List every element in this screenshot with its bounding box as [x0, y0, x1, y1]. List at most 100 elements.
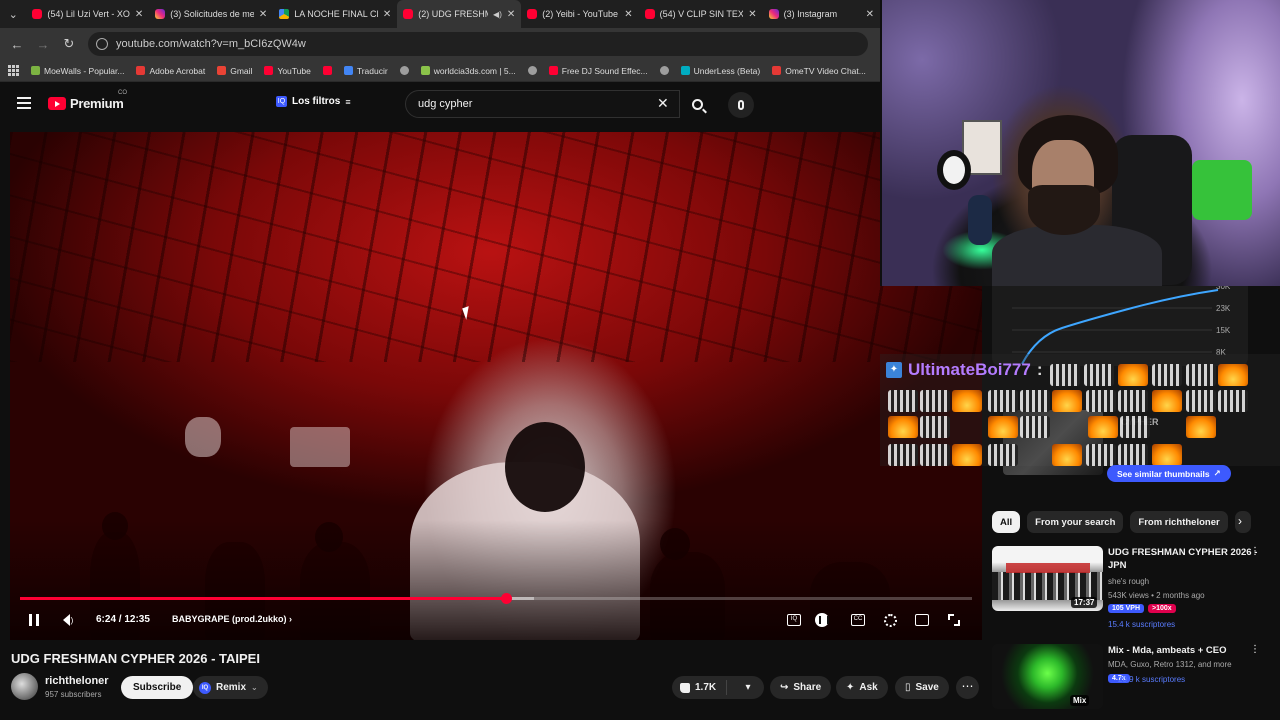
- bookmark-item[interactable]: OmeTV Video Chat...: [772, 66, 866, 76]
- bookmark-item[interactable]: YouTube: [264, 66, 311, 76]
- bookmark-label: Free DJ Sound Effec...: [561, 65, 648, 76]
- miniplayer-button[interactable]: [912, 610, 932, 630]
- bookmark-icon: ▯: [905, 682, 911, 693]
- browser-tab[interactable]: LA NOCHE FINAL CR ✕: [273, 0, 397, 28]
- captions-button[interactable]: CC: [848, 610, 868, 630]
- fullscreen-button[interactable]: [944, 610, 964, 630]
- url-text: youtube.com/watch?v=m_bCI6zQW4w: [116, 38, 306, 50]
- menu-icon[interactable]: [17, 97, 31, 112]
- back-arrow-icon[interactable]: ←: [6, 33, 28, 55]
- video-frame-ceiling: [10, 132, 982, 362]
- bookmark-item[interactable]: [659, 66, 669, 75]
- close-icon[interactable]: ✕: [866, 9, 874, 20]
- settings-button[interactable]: [880, 610, 900, 630]
- close-icon[interactable]: ✕: [259, 9, 267, 20]
- more-actions-button[interactable]: ⋯: [956, 676, 979, 699]
- recommendation-channel[interactable]: MDA, Guxo, Retro 1312, and more: [1108, 660, 1232, 670]
- browser-tab[interactable]: (54) V CLIP SIN TEXT ✕: [639, 0, 763, 28]
- clear-search-icon[interactable]: ✕: [657, 95, 669, 112]
- channel-name[interactable]: richtheloner: [45, 675, 109, 687]
- thumbnail-title-banner: [1006, 563, 1090, 573]
- share-button[interactable]: ↪ Share: [770, 676, 832, 699]
- dislike-button[interactable]: ▾: [732, 682, 764, 693]
- address-bar[interactable]: youtube.com/watch?v=m_bCI6zQW4w: [88, 32, 868, 56]
- close-icon[interactable]: ✕: [624, 9, 632, 20]
- browser-tab[interactable]: (2) Yeibi - YouTube ✕: [521, 0, 638, 28]
- progress-bar[interactable]: [20, 593, 972, 604]
- see-similar-thumbnails-button[interactable]: See similar thumbnails ↗: [1107, 465, 1231, 482]
- subscribe-button[interactable]: Subscribe: [121, 676, 194, 699]
- tab-search-chevron-icon[interactable]: ⌄: [0, 0, 26, 28]
- emote-icon: [888, 390, 918, 412]
- autoplay-icon: [815, 613, 829, 627]
- bookmark-item[interactable]: [399, 66, 409, 75]
- fire-emote-icon: [1152, 444, 1182, 466]
- channel-avatar[interactable]: [11, 673, 38, 700]
- filter-extension-icon: IQ: [276, 96, 287, 107]
- forward-arrow-icon[interactable]: →: [32, 33, 54, 55]
- recommendation-item[interactable]: Mix Mix - Mda, ambeats + CEO MDA, Guxo, …: [992, 644, 1272, 720]
- autoplay-toggle[interactable]: [812, 610, 832, 630]
- emote-icon: [1120, 416, 1150, 438]
- browser-tab[interactable]: (3) Solicitudes de me ✕: [149, 0, 273, 28]
- graph-line: [1021, 289, 1219, 365]
- chevron-right-icon[interactable]: ›: [1238, 514, 1242, 528]
- reload-icon[interactable]: ↻: [58, 33, 80, 55]
- more-vertical-icon[interactable]: ⋮: [1250, 644, 1260, 655]
- bookmark-item[interactable]: worldcia3ds.com | 5...: [420, 66, 516, 76]
- bookmark-label: MoeWalls - Popular...: [44, 65, 125, 76]
- ask-button[interactable]: ✦ Ask: [836, 676, 888, 699]
- save-button[interactable]: ▯ Save: [895, 676, 949, 699]
- recommendation-item[interactable]: 17:37 UDG FRESHMAN CYPHER 2026 - JPN she…: [992, 546, 1272, 638]
- instagram-icon: [768, 9, 779, 19]
- bookmark-item[interactable]: [527, 66, 537, 75]
- bookmark-favicon-icon: [31, 66, 40, 75]
- youtube-icon: [644, 9, 655, 19]
- chapter-button[interactable]: BABYGRAPE (prod.2ukko) ›: [172, 614, 292, 624]
- search-button[interactable]: [680, 90, 714, 118]
- emote-icon: [888, 444, 918, 466]
- emote-icon: [1186, 390, 1216, 412]
- filters-button[interactable]: IQ Los filtros ≡: [276, 96, 351, 107]
- youtube-logo[interactable]: Premium CO: [48, 90, 127, 111]
- speaker-icon[interactable]: ◀): [493, 10, 502, 19]
- bookmark-item[interactable]: UnderLess (Beta): [680, 66, 760, 76]
- voice-search-button[interactable]: [728, 92, 754, 118]
- share-label: Share: [793, 682, 822, 693]
- scrubber-handle[interactable]: [500, 593, 512, 604]
- browser-tab-active[interactable]: (2) UDG FRESHM ◀) ✕: [397, 0, 522, 28]
- emote-icon: [920, 444, 950, 466]
- bookmark-item[interactable]: Gmail: [217, 66, 252, 76]
- bookmark-item[interactable]: Free DJ Sound Effec...: [548, 65, 648, 76]
- remix-button[interactable]: IQ Remix ⌄: [193, 676, 268, 699]
- volume-button[interactable]: ): [58, 610, 78, 630]
- chip-all[interactable]: All: [992, 511, 1021, 533]
- bookmark-label: Traducir: [356, 65, 388, 76]
- search-input[interactable]: udg cypher: [405, 90, 680, 118]
- more-vertical-icon[interactable]: ⋮: [1250, 546, 1260, 557]
- apps-grid-icon[interactable]: [8, 65, 19, 76]
- like-button[interactable]: 1.7K: [672, 680, 728, 695]
- progress-played: [20, 597, 506, 600]
- close-icon[interactable]: ✕: [507, 9, 515, 20]
- video-figure-head: [505, 422, 585, 512]
- browser-tab[interactable]: (54) Lil Uzi Vert - XO ✕: [26, 0, 149, 28]
- video-title: UDG FRESHMAN CYPHER 2026 - TAIPEI: [11, 651, 260, 666]
- close-icon[interactable]: ✕: [135, 9, 143, 20]
- chip-from-channel[interactable]: From richtheloner: [1130, 511, 1228, 533]
- recommendation-channel[interactable]: she's rough: [1108, 577, 1149, 587]
- bookmark-item[interactable]: [322, 66, 332, 75]
- close-icon[interactable]: ✕: [748, 9, 756, 20]
- sparkle-icon: ✦: [846, 682, 855, 693]
- site-info-icon[interactable]: [96, 38, 108, 50]
- filters-extension-button[interactable]: IQ: [784, 610, 804, 630]
- bookmark-item[interactable]: Traducir: [343, 65, 388, 76]
- chip-from-search[interactable]: From your search: [1027, 511, 1124, 533]
- bookmark-label: Gmail: [230, 65, 253, 76]
- close-icon[interactable]: ✕: [383, 9, 391, 20]
- video-player[interactable]: [10, 132, 982, 640]
- bookmark-item[interactable]: Adobe Acrobat: [136, 66, 205, 76]
- browser-tab[interactable]: (3) Instagram ✕: [763, 0, 880, 28]
- pause-button[interactable]: [24, 610, 44, 630]
- bookmark-item[interactable]: MoeWalls - Popular...: [31, 66, 124, 76]
